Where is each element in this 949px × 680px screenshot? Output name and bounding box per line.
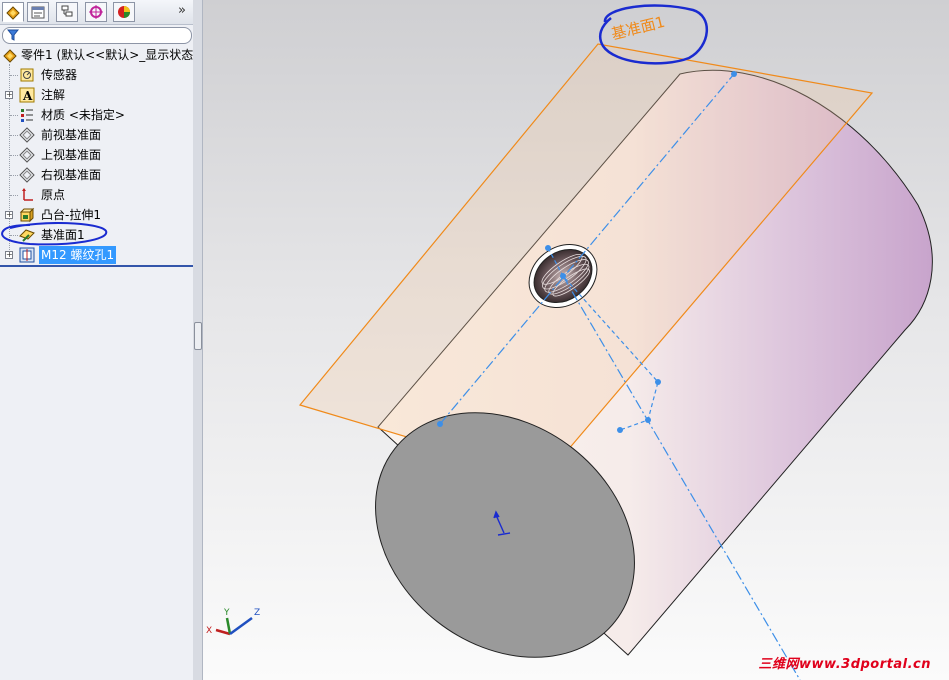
tab-overflow-button[interactable]: » (175, 3, 189, 19)
tree-item-label: 材质 <未指定> (41, 108, 125, 122)
plane-icon (19, 167, 35, 183)
feature-filter-input[interactable] (2, 27, 192, 44)
manager-tab-strip: » (0, 0, 193, 25)
graphics-viewport[interactable]: 基准面1 X Y Z 三维网www.3dportal.cn (203, 0, 949, 680)
annotation-icon: A (19, 87, 35, 103)
featuremanager-icon (6, 6, 20, 20)
dimxpert-icon (89, 5, 103, 19)
model-scene (298, 43, 933, 680)
expand-toggle[interactable]: + (5, 91, 13, 99)
dimxpert-tab[interactable] (85, 2, 107, 22)
propertymanager-tab[interactable] (27, 2, 49, 22)
featuremanager-tab[interactable] (2, 2, 24, 22)
watermark-text: 三维网www.3dportal.cn (758, 657, 931, 672)
tree-item-label: 上视基准面 (41, 148, 102, 162)
annotation-circle-tree (1, 222, 108, 246)
origin-icon (22, 188, 33, 201)
filter-icon (7, 29, 19, 41)
expand-toggle[interactable]: + (5, 211, 13, 219)
tree-branch (10, 155, 18, 156)
tree-branch (10, 175, 18, 176)
display-manager-tab[interactable] (113, 2, 135, 22)
triad-y-label: Y (224, 608, 230, 618)
tree-item-label: 前视基准面 (41, 128, 102, 142)
configuration-icon (61, 5, 73, 17)
tree-item-label: 原点 (41, 188, 66, 202)
configurationmanager-tab[interactable] (56, 2, 78, 22)
tree-item-label: M12 螺纹孔1 (39, 246, 117, 264)
feature-manager-panel: » 零件1 (默认<<默认>_显示状态 传感器 + A 注解 材质 <未指定> (0, 0, 194, 680)
rollback-bar[interactable] (0, 265, 193, 267)
plane-icon (19, 147, 35, 163)
part-icon (3, 49, 17, 63)
panel-splitter[interactable] (193, 0, 203, 680)
hole-wizard-icon (19, 247, 35, 263)
tree-item-label: 传感器 (41, 68, 78, 82)
tree-item-label: 右视基准面 (41, 168, 102, 182)
tree-root-label: 零件1 (默认<<默认>_显示状态 (21, 48, 194, 62)
triad-x-label: X (206, 626, 213, 636)
sensor-icon (20, 68, 34, 82)
plane-icon (19, 127, 35, 143)
tree-branch (10, 75, 18, 76)
material-icon (21, 109, 33, 122)
tree-branch (10, 135, 18, 136)
display-manager-icon (118, 6, 130, 18)
svg-text:A: A (22, 89, 33, 103)
splitter-grip-handle[interactable] (194, 322, 202, 350)
propertymanager-icon (31, 6, 45, 19)
triad-z-label: Z (254, 608, 261, 618)
tree-item-label: 注解 (41, 88, 66, 102)
tree-branch (10, 115, 18, 116)
reference-triad: X Y Z (206, 606, 266, 642)
tree-branch (10, 195, 18, 196)
expand-toggle[interactable]: + (5, 251, 13, 259)
extrude-icon (19, 207, 35, 223)
